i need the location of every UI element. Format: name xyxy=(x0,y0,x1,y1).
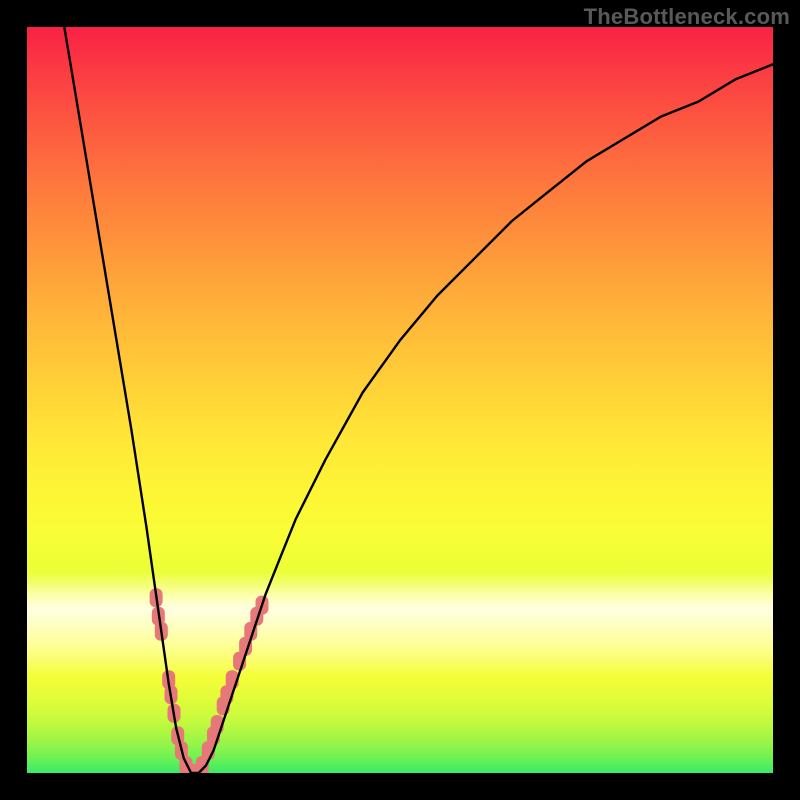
chart-svg xyxy=(27,27,773,773)
watermark-text: TheBottleneck.com xyxy=(584,4,790,30)
bottleneck-curve xyxy=(64,27,773,773)
chart-frame: TheBottleneck.com xyxy=(0,0,800,800)
plot-area xyxy=(27,27,773,773)
